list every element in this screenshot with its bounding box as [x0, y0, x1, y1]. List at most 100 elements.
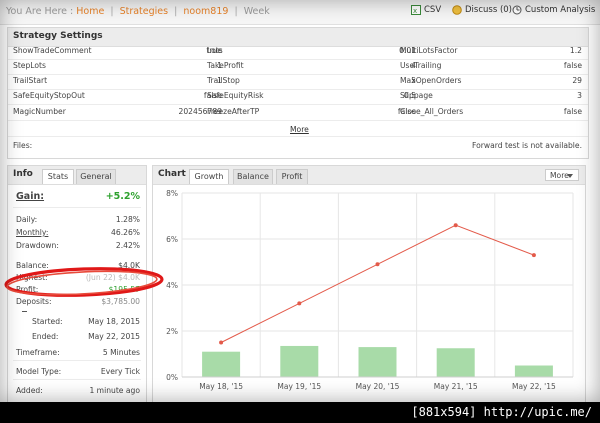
setting-label: StepLots: [13, 61, 46, 70]
discuss-button[interactable]: Discuss (0): [452, 5, 512, 15]
breadcrumb-current: Week: [243, 6, 270, 17]
info-header: Info Stats General: [8, 166, 146, 185]
breadcrumb-separator: |: [234, 6, 238, 17]
chart-more-label: More: [550, 171, 569, 180]
added-label: Added:: [16, 386, 43, 395]
more-settings-link[interactable]: More: [290, 125, 309, 134]
settings-row-divider: [8, 74, 588, 75]
watermark-strip: [881x594] http://upic.me/: [0, 402, 600, 423]
settings-row-divider: [8, 120, 588, 121]
setting-label: Close_All_Orders: [400, 107, 464, 116]
custom-analysis-icon: [512, 5, 522, 15]
drawdown-label: Drawdown:: [16, 241, 59, 250]
info-divider: [13, 207, 141, 208]
bar: [358, 347, 397, 377]
x-tick-label: May 18, '15: [199, 382, 243, 391]
y-tick-label: 0%: [166, 373, 178, 382]
tab-stats[interactable]: Stats: [42, 169, 74, 184]
setting-label: ShowTradeComment: [13, 46, 92, 55]
bar: [202, 351, 241, 377]
x-tick-label: May 22, '15: [512, 382, 556, 391]
y-tick-label: 2%: [166, 327, 178, 336]
y-tick-label: 6%: [166, 235, 178, 244]
csv-icon: x: [411, 5, 421, 15]
setting-label: Lots: [207, 46, 223, 55]
page-canvas: You Are Here : Home | Strategies | noom8…: [0, 0, 600, 402]
strategy-settings-title: Strategy Settings: [13, 31, 103, 41]
setting-label: MultiLotsFactor: [400, 46, 458, 55]
setting-value: 29: [572, 76, 582, 85]
x-tick-label: May 19, '15: [277, 382, 321, 391]
growth-chart: 0%2%4%6%8%May 18, '15 May 19, '15 May 20, …: [166, 189, 574, 391]
chevron-down-icon: [567, 174, 573, 178]
monthly-value: 46.26%: [111, 228, 140, 237]
tab-growth[interactable]: Growth: [189, 169, 229, 184]
tab-profit[interactable]: Profit: [276, 169, 308, 184]
breadcrumb-strategies-link[interactable]: Strategies: [120, 6, 169, 17]
drawdown-value: 2.42%: [115, 241, 140, 250]
info-divider: [13, 360, 141, 361]
growth-point: [219, 340, 224, 345]
setting-label: Slippage: [400, 91, 433, 100]
x-tick-label: May 20, '15: [356, 382, 400, 391]
setting-label: FreezeAfterTP: [207, 107, 260, 116]
setting-value: false: [563, 107, 582, 116]
breadcrumb-home-link[interactable]: Home: [76, 6, 104, 17]
breadcrumb-prefix: You Are Here :: [6, 6, 74, 17]
started-value: May 18, 2015: [88, 317, 140, 326]
strategy-settings-header: Strategy Settings: [8, 28, 588, 47]
breadcrumb-separator: |: [174, 6, 178, 17]
x-tick-label: May 21, '15: [434, 382, 478, 391]
breadcrumb: You Are Here : Home | Strategies | noom8…: [6, 6, 270, 17]
setting-label: TrailStop: [207, 76, 240, 85]
monthly-label[interactable]: Monthly:: [16, 228, 48, 237]
growth-point: [531, 253, 536, 258]
timeframe-value: 5 Minutes: [102, 348, 140, 357]
setting-label: UseTrailing: [400, 61, 442, 70]
daily-value: 1.28%: [115, 215, 140, 224]
tab-general[interactable]: General: [76, 169, 116, 184]
files-label: Files:: [13, 141, 33, 150]
settings-row-divider: [8, 104, 588, 105]
chart-more-dropdown[interactable]: More: [545, 169, 579, 181]
image-host-watermark: [881x594] http://upic.me/: [411, 405, 592, 419]
top-bar: You Are Here : Home | Strategies | noom8…: [0, 0, 600, 25]
custom-analysis-label: Custom Analysis: [525, 5, 596, 15]
setting-value: 1.2: [569, 46, 582, 55]
setting-label: TrailStart: [13, 76, 48, 85]
bar: [514, 365, 553, 377]
forward-test-note: Forward test is not available.: [472, 141, 582, 150]
custom-analysis-button[interactable]: Custom Analysis: [512, 5, 595, 15]
growth-point: [297, 301, 302, 306]
dash-mark: [22, 311, 27, 312]
bar: [280, 345, 319, 377]
tab-balance[interactable]: Balance: [233, 169, 273, 184]
setting-value: 3: [577, 91, 582, 100]
ended-label: Ended:: [32, 332, 59, 341]
y-tick-label: 8%: [166, 189, 178, 198]
strategy-settings-panel: Strategy Settings ShowTradeComment true Lo…: [7, 27, 589, 159]
gain-value: +5.2%: [105, 191, 140, 202]
growth-point: [453, 223, 458, 228]
setting-label: MagicNumber: [13, 107, 66, 116]
info-divider: [13, 379, 141, 380]
breadcrumb-user-link[interactable]: noom819: [183, 6, 228, 17]
discuss-icon: [452, 5, 462, 15]
bar: [436, 348, 475, 377]
model-type-label: Model Type:: [16, 367, 62, 376]
setting-label: MaxOpenOrders: [400, 76, 462, 85]
settings-divider: [8, 136, 588, 137]
svg-text:x: x: [413, 7, 417, 15]
setting-label: TakeProfit: [207, 61, 244, 70]
setting-label: SafeEquityStopOut: [13, 91, 85, 100]
info-title: Info: [13, 169, 33, 179]
breadcrumb-separator: |: [110, 6, 114, 17]
csv-button[interactable]: x CSV: [411, 5, 441, 15]
ended-value: May 22, 2015: [88, 332, 140, 341]
growth-point: [375, 262, 380, 267]
csv-label: CSV: [424, 5, 442, 15]
growth-line: [220, 224, 535, 343]
model-type-value: Every Tick: [100, 367, 140, 376]
timeframe-label: Timeframe:: [16, 348, 60, 357]
daily-label: Daily:: [16, 215, 38, 224]
